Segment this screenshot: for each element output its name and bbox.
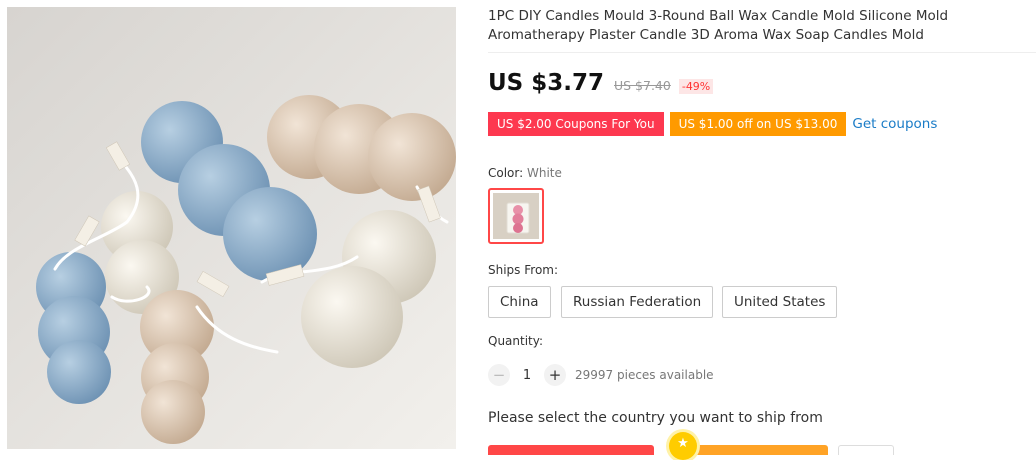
product-title: 1PC DIY Candles Mould 3-Round Ball Wax C…: [488, 8, 949, 43]
divider: [488, 52, 1036, 53]
price-row: US $3.77 US $7.40 -49%: [488, 70, 714, 102]
ship-option-china[interactable]: China: [488, 286, 551, 318]
ship-option-russian-federation[interactable]: Russian Federation: [561, 286, 714, 318]
current-price: US $3.77: [488, 70, 604, 96]
ships-from-label: Ships From:: [488, 263, 559, 277]
quantity-stepper: − 1 + 29997 pieces available: [488, 364, 714, 386]
product-image[interactable]: [7, 7, 456, 449]
coupon-select[interactable]: US $1.00 off on US $13.00: [669, 110, 847, 138]
color-label-text: Color:: [488, 166, 524, 180]
candle-thumbnail-icon: [493, 193, 539, 239]
color-label: Color: White: [488, 166, 562, 180]
color-selected-value: White: [527, 166, 562, 180]
color-swatch-white[interactable]: [488, 188, 544, 244]
available-stock: 29997 pieces available: [575, 368, 714, 382]
get-coupons-link[interactable]: Get coupons: [852, 116, 937, 132]
coupon-row: US $2.00 Coupons For You US $1.00 off on…: [488, 110, 937, 138]
wishlist-button[interactable]: [838, 445, 894, 455]
quantity-input[interactable]: 1: [510, 368, 544, 383]
ship-option-united-states[interactable]: United States: [722, 286, 838, 318]
add-to-cart-button[interactable]: [684, 445, 828, 455]
candle-product-photo: [7, 7, 456, 449]
minus-icon[interactable]: −: [488, 364, 510, 386]
discount-badge: -49%: [678, 79, 714, 94]
ship-country-note: Please select the country you want to sh…: [488, 410, 823, 426]
quantity-label: Quantity:: [488, 334, 544, 348]
original-price: US $7.40: [614, 78, 671, 93]
buy-now-button[interactable]: [488, 445, 654, 455]
star-badge-icon: ★: [669, 432, 697, 460]
plus-icon[interactable]: +: [544, 364, 566, 386]
coupon-store[interactable]: US $2.00 Coupons For You: [488, 110, 664, 138]
